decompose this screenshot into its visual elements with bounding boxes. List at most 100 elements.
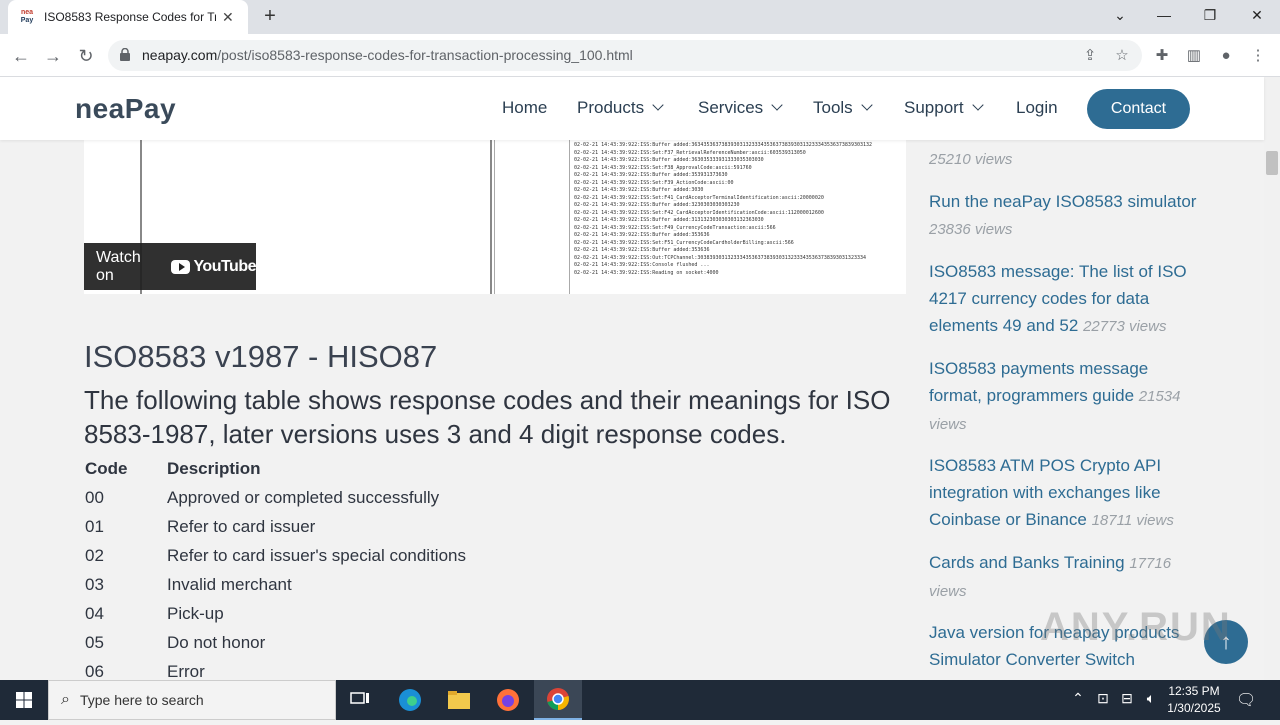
log-line: 02-02-21 14:43:39:922:ISS:Set:F37_Retrie…	[574, 149, 806, 156]
show-hidden-icons-chevron-icon[interactable]: ⌃	[1068, 690, 1088, 707]
scrollbar-thumb[interactable]	[1266, 151, 1278, 175]
notifications-icon[interactable]: 🗨︎	[1236, 690, 1256, 710]
watch-on-youtube-button[interactable]: Watch on YouTube	[84, 243, 256, 290]
forward-arrow-icon[interactable]: →	[40, 43, 66, 69]
log-line: 02-02-21 14:43:39:922:ISS:Buffer added:3…	[574, 217, 764, 223]
file-explorer-icon[interactable]	[435, 680, 483, 720]
sidebar-link-title[interactable]: Cards and Banks Training	[929, 553, 1125, 572]
log-line: 02-02-21 14:43:39:922:ISS:Reading on soc…	[574, 269, 719, 276]
browser-tab[interactable]: nea Pay ISO8583 Response Codes for Trans…	[8, 0, 248, 34]
nav-support-label: Support	[904, 98, 964, 117]
extensions-puzzle-icon[interactable]: ✚	[1151, 45, 1173, 67]
reload-icon[interactable]: ↻	[73, 43, 99, 69]
task-view-icon[interactable]	[336, 680, 384, 720]
sidebar-link[interactable]: ISO8583 ATM POS Crypto API integration w…	[929, 452, 1179, 534]
views-count: 23836 views	[929, 221, 1013, 238]
url-text: neapay.com/post/iso8583-response-codes-f…	[142, 47, 633, 63]
site-header: neaPay Home Products Services Tools Supp…	[0, 77, 1264, 140]
column-header-description: Description	[167, 459, 261, 478]
log-line: 02-02-21 14:43:39:922:ISS:Buffer added:3…	[574, 157, 764, 163]
response-description: Refer to card issuer's special condition…	[167, 546, 466, 565]
article-heading: ISO8583 v1987 - HISO87	[84, 339, 438, 374]
search-placeholder: Type here to search	[79, 692, 204, 708]
watch-on-label: Watch on	[96, 248, 141, 284]
sidebar-link-title[interactable]: ISO8583 payments message format, program…	[929, 359, 1148, 405]
sidebar-link[interactable]: ISO8583 message: The list of ISO 4217 cu…	[929, 258, 1199, 340]
page-scrollbar[interactable]	[1264, 77, 1280, 680]
windows-taskbar: ⌕ Type here to search ⌃ ⊡ ⊟ 🔈︎ 12:35 PM …	[0, 680, 1280, 720]
clock-date: 1/30/2025	[1167, 701, 1221, 715]
log-line: 02-02-21 14:43:39:922:ISS:Set:F39_Action…	[574, 179, 734, 186]
share-icon[interactable]: ⇪	[1079, 45, 1101, 67]
column-header-code: Code	[85, 459, 128, 478]
site-logo[interactable]: neaPay	[75, 93, 176, 125]
chevron-down-icon	[652, 99, 664, 111]
response-description: Approved or completed successfully	[167, 488, 440, 507]
firefox-icon[interactable]	[484, 680, 532, 720]
contact-button[interactable]: Contact	[1087, 89, 1190, 129]
views-count: 25210 views	[929, 151, 1013, 168]
volume-icon[interactable]: 🔈︎	[1141, 690, 1161, 707]
views-count: 22773 views	[1083, 318, 1167, 335]
page-viewport: neaPay Home Products Services Tools Supp…	[0, 77, 1280, 680]
response-code: 05	[85, 633, 104, 652]
neapay-favicon-icon: nea Pay	[18, 8, 36, 26]
browser-tab-strip: nea Pay ISO8583 Response Codes for Trans…	[0, 0, 1280, 34]
response-code: 01	[85, 517, 104, 536]
chrome-icon[interactable]	[534, 680, 582, 720]
lock-icon	[120, 48, 130, 61]
log-line: 02-02-21 14:43:39:922:ISS:Buffer added:3…	[574, 232, 710, 238]
windows-start-icon[interactable]	[0, 680, 48, 720]
network-icon[interactable]: ⊟	[1117, 690, 1137, 707]
nav-login[interactable]: Login	[1016, 98, 1058, 118]
clock-time: 12:35 PM	[1168, 684, 1220, 698]
response-description: Pick-up	[167, 604, 224, 623]
taskbar-search-box[interactable]: ⌕ Type here to search	[48, 680, 336, 720]
minimize-icon[interactable]: —	[1150, 4, 1178, 26]
log-line: 02-02-21 14:43:39:922:ISS:Buffer added:3…	[574, 142, 873, 148]
bookmark-star-icon[interactable]: ☆	[1111, 45, 1133, 67]
response-description: Invalid merchant	[167, 575, 292, 594]
nav-products-label: Products	[577, 98, 645, 117]
nav-home[interactable]: Home	[502, 98, 547, 118]
favicon-text-bottom: Pay	[20, 17, 34, 24]
close-tab-icon[interactable]: ✕	[222, 9, 234, 26]
log-line: 02-02-21 14:43:39:922:ISS:Set:F41_CardAc…	[574, 194, 824, 201]
log-line: 02-02-21 14:43:39:922:ISS:Set:F42_CardAc…	[574, 209, 824, 216]
response-code: 00	[85, 488, 104, 507]
edge-browser-icon[interactable]	[386, 680, 434, 720]
nav-support[interactable]: Support	[904, 98, 984, 118]
youtube-wordmark: YouTube	[193, 257, 256, 275]
log-line: 02-02-21 14:43:39:922:ISS:Buffer added:3…	[574, 247, 710, 253]
nav-tools[interactable]: Tools	[813, 98, 873, 118]
chevron-down-icon	[861, 99, 873, 111]
nav-services[interactable]: Services	[698, 98, 783, 118]
chevron-down-icon	[971, 99, 984, 111]
browser-toolbar: ← → ↻ neapay.com/post/iso8583-response-c…	[0, 34, 1280, 77]
url-path: /post/iso8583-response-codes-for-transac…	[217, 47, 633, 63]
log-line: 02-02-21 14:43:39:922:ISS:Console flushe…	[574, 262, 710, 268]
network-device-icon[interactable]: ⊡	[1093, 690, 1113, 707]
views-count: 18711 views	[1091, 512, 1174, 529]
new-tab-icon[interactable]: +	[258, 4, 282, 28]
sidebar-link[interactable]: Cards and Banks Training 17716 views	[929, 549, 1179, 605]
profile-avatar-icon[interactable]: ●	[1215, 45, 1237, 67]
back-arrow-icon[interactable]: ←	[8, 43, 34, 69]
side-panel-icon[interactable]: ▥	[1183, 45, 1205, 67]
window-close-icon[interactable]: ✕	[1243, 4, 1271, 26]
anyrun-watermark: ANY.RUN	[1040, 605, 1232, 649]
sidebar-link-title[interactable]: Run the neaPay ISO8583 simulator	[929, 192, 1196, 211]
log-line: 02-02-21 14:43:39:922:ISS:Set:F38_Approv…	[574, 164, 752, 171]
sidebar-link[interactable]: Run the neaPay ISO8583 simulator 23836 v…	[929, 188, 1199, 243]
nav-tools-label: Tools	[813, 98, 853, 117]
sidebar-link[interactable]: ISO8583 payments message format, program…	[929, 355, 1199, 438]
nav-products[interactable]: Products	[577, 98, 664, 118]
log-line: 02-02-21 14:43:39:922:ISS:Buffer added:3…	[574, 172, 728, 178]
tab-search-chevron-icon[interactable]: ⌄	[1106, 4, 1134, 26]
browser-menu-icon[interactable]: ⋮	[1247, 45, 1269, 67]
log-line: 02-02-21 14:43:39:922:ISS:Buffer added:3…	[574, 187, 704, 193]
address-bar[interactable]: neapay.com/post/iso8583-response-codes-f…	[108, 40, 1142, 71]
log-line: 02-02-21 14:43:39:922:ISS:Set:F49_Curren…	[574, 224, 776, 231]
taskbar-clock[interactable]: 12:35 PM 1/30/2025	[1164, 683, 1224, 717]
restore-icon[interactable]: ❐	[1196, 4, 1224, 26]
